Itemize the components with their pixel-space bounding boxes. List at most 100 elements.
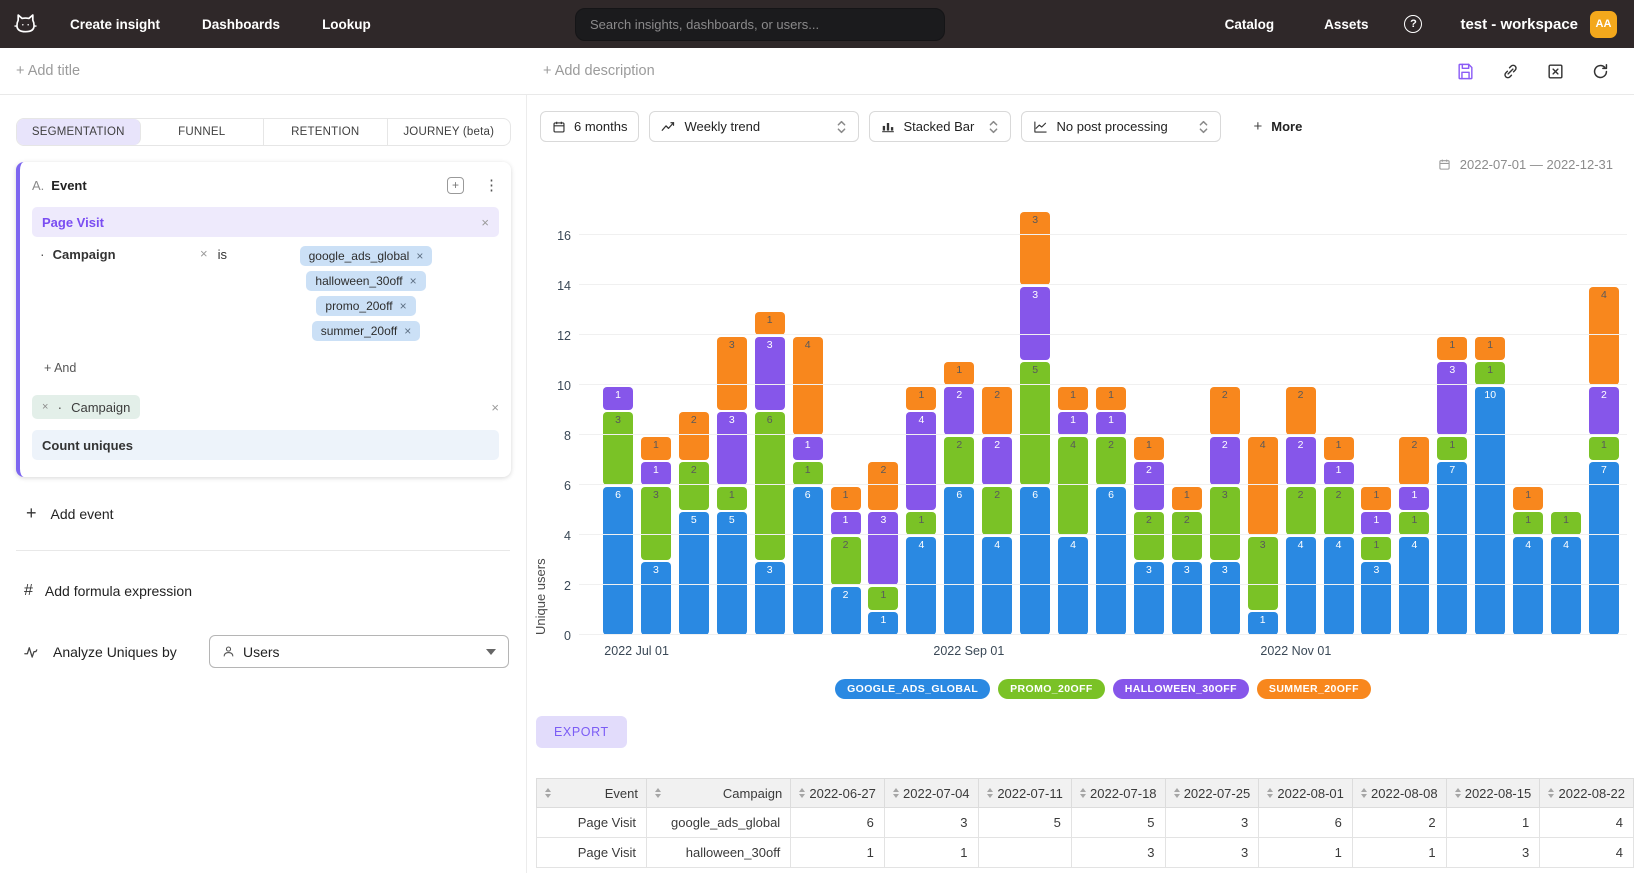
bar-segment[interactable]: 3 xyxy=(1210,562,1240,635)
bar-segment[interactable]: 3 xyxy=(717,412,747,485)
bar-segment[interactable]: 2 xyxy=(944,437,974,485)
share-link-icon[interactable] xyxy=(1501,62,1520,81)
sort-icon[interactable] xyxy=(1174,785,1180,801)
filter-value-tag[interactable]: promo_20off× xyxy=(316,296,415,316)
stacked-bar[interactable]: 6533 xyxy=(1020,212,1050,635)
bar-segment[interactable]: 2 xyxy=(831,587,861,635)
column-header[interactable]: 2022-07-04 xyxy=(884,779,978,808)
bar-segment[interactable]: 3 xyxy=(1020,287,1050,360)
bar-segment[interactable]: 4 xyxy=(1248,437,1278,535)
bar-segment[interactable]: 1 xyxy=(944,362,974,385)
remove-breakdown-icon[interactable]: × xyxy=(42,401,48,413)
stacked-bar[interactable]: 5133 xyxy=(717,337,747,635)
bar-segment[interactable]: 2 xyxy=(868,462,898,510)
stacked-bar[interactable]: 411 xyxy=(1513,487,1543,635)
bar-segment[interactable]: 1 xyxy=(1172,487,1202,510)
bar-segment[interactable]: 2 xyxy=(1286,437,1316,485)
add-description-button[interactable]: + Add description xyxy=(543,63,655,79)
legend-item[interactable]: GOOGLE_ADS_GLOBAL xyxy=(835,679,990,699)
event-menu-icon[interactable]: ⋮ xyxy=(484,176,499,194)
stacked-bar[interactable]: 3322 xyxy=(1210,387,1240,635)
bar-segment[interactable]: 1 xyxy=(868,587,898,610)
bar-segment[interactable]: 1 xyxy=(906,512,936,535)
bar-segment[interactable]: 6 xyxy=(793,487,823,635)
bar-segment[interactable]: 1 xyxy=(1361,512,1391,535)
bar-segment[interactable]: 1 xyxy=(1096,412,1126,435)
column-header[interactable]: 2022-07-18 xyxy=(1071,779,1165,808)
filter-property[interactable]: Campaign xyxy=(53,247,116,262)
bar-segment[interactable]: 6 xyxy=(1020,487,1050,635)
tab-journey[interactable]: JOURNEY (beta) xyxy=(388,119,511,145)
legend-item[interactable]: SUMMER_20OFF xyxy=(1257,679,1371,699)
add-event-button[interactable]: + Add event xyxy=(26,503,114,524)
stacked-bar[interactable]: 3311 xyxy=(641,437,671,635)
stacked-bar[interactable]: 7131 xyxy=(1437,337,1467,635)
column-header[interactable]: 2022-08-15 xyxy=(1446,779,1540,808)
stacked-bar[interactable]: 4222 xyxy=(982,387,1012,635)
stacked-bar[interactable]: 3111 xyxy=(1361,487,1391,635)
bar-segment[interactable]: 4 xyxy=(1324,537,1354,635)
bar-segment[interactable]: 4 xyxy=(1286,537,1316,635)
save-icon[interactable] xyxy=(1456,62,1475,81)
bar-segment[interactable]: 4 xyxy=(1399,537,1429,635)
sort-icon[interactable] xyxy=(799,785,805,801)
bar-segment[interactable]: 2 xyxy=(1399,437,1429,485)
bar-segment[interactable]: 5 xyxy=(1020,362,1050,485)
remove-tag-icon[interactable]: × xyxy=(416,249,423,263)
bar-segment[interactable]: 2 xyxy=(944,387,974,435)
bar-segment[interactable]: 3 xyxy=(755,337,785,410)
remove-tag-icon[interactable]: × xyxy=(400,299,407,313)
bar-segment[interactable]: 1 xyxy=(793,437,823,460)
bar-segment[interactable]: 1 xyxy=(906,387,936,410)
tab-retention[interactable]: RETENTION xyxy=(264,119,388,145)
column-header[interactable]: 2022-06-27 xyxy=(791,779,885,808)
sort-icon[interactable] xyxy=(987,785,993,801)
bar-segment[interactable]: 4 xyxy=(1058,437,1088,535)
stacked-bar[interactable]: 6211 xyxy=(1096,387,1126,635)
bar-segment[interactable]: 7 xyxy=(1589,462,1619,635)
bar-segment[interactable]: 4 xyxy=(982,537,1012,635)
filter-operator[interactable]: is xyxy=(218,247,227,262)
bar-segment[interactable]: 3 xyxy=(1134,562,1164,635)
bar-segment[interactable]: 6 xyxy=(603,487,633,635)
column-header[interactable]: Event xyxy=(537,779,647,808)
avatar[interactable]: AA xyxy=(1590,11,1617,38)
bar-segment[interactable]: 4 xyxy=(793,337,823,435)
stacked-bar[interactable]: 4112 xyxy=(1399,437,1429,635)
bar-segment[interactable]: 1 xyxy=(1399,487,1429,510)
help-icon[interactable]: ? xyxy=(1404,15,1422,33)
remove-filter-icon[interactable]: × xyxy=(200,246,208,261)
remove-event-icon[interactable]: × xyxy=(481,215,489,230)
column-header[interactable]: 2022-08-22 xyxy=(1540,779,1634,808)
stacked-bar[interactable]: 1011 xyxy=(1475,337,1505,635)
stacked-bar[interactable]: 321 xyxy=(1172,487,1202,635)
filter-value-tag[interactable]: summer_20off× xyxy=(312,321,421,341)
tab-funnel[interactable]: FUNNEL xyxy=(141,119,265,145)
bar-segment[interactable]: 5 xyxy=(717,512,747,635)
bar-segment[interactable]: 4 xyxy=(1589,287,1619,385)
bar-segment[interactable]: 2 xyxy=(982,437,1012,485)
aggregation-select[interactable]: Count uniques xyxy=(32,430,499,460)
filter-value-tag[interactable]: halloween_30off× xyxy=(306,271,425,291)
bar-segment[interactable]: 1 xyxy=(1058,387,1088,410)
stacked-bar[interactable]: 6221 xyxy=(944,362,974,635)
column-header[interactable]: 2022-08-01 xyxy=(1259,779,1353,808)
event-select[interactable]: Page Visit × xyxy=(32,207,499,237)
stacked-bar[interactable]: 41 xyxy=(1551,512,1581,635)
stacked-bar[interactable]: 631 xyxy=(603,387,633,635)
bar-segment[interactable]: 5 xyxy=(679,512,709,635)
remove-breakdown-row-icon[interactable]: × xyxy=(491,400,499,415)
nav-assets[interactable]: Assets xyxy=(1324,17,1368,32)
search-input[interactable] xyxy=(575,8,945,41)
tab-segmentation[interactable]: SEGMENTATION xyxy=(17,119,141,145)
column-header[interactable]: 2022-07-25 xyxy=(1165,779,1259,808)
bar-segment[interactable]: 1 xyxy=(793,462,823,485)
column-header[interactable]: 2022-07-11 xyxy=(978,779,1071,808)
bar-segment[interactable]: 2 xyxy=(1210,437,1240,485)
bar-segment[interactable]: 1 xyxy=(1096,387,1126,410)
column-header[interactable]: Campaign xyxy=(646,779,790,808)
stacked-bar[interactable]: 4222 xyxy=(1286,387,1316,635)
stacked-bar[interactable]: 1132 xyxy=(868,462,898,635)
bar-segment[interactable]: 3 xyxy=(641,562,671,635)
bar-segment[interactable]: 2 xyxy=(1210,387,1240,435)
